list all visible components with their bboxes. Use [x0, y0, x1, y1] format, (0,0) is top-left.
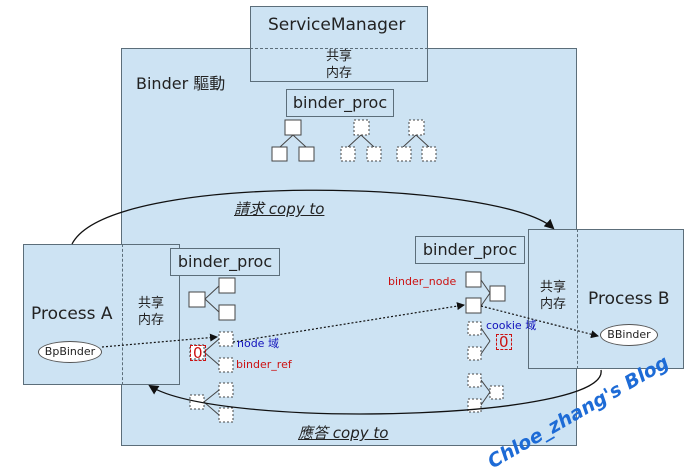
- top-tree-dashed-1: [340, 119, 382, 162]
- node-field-label: node 域: [237, 337, 279, 350]
- binder-node-label: binder_node: [388, 275, 457, 288]
- left-tree-bottom: [189, 382, 234, 423]
- left-tree-solid: [188, 277, 236, 321]
- reply-arc: [148, 369, 602, 415]
- request-caption: 請求 copy to: [234, 200, 325, 218]
- top-tree-solid: [271, 119, 315, 162]
- cookie-field-label: cookie 域: [486, 319, 537, 332]
- top-tree-dashed-2: [396, 119, 437, 162]
- binder-ref-label: binder_ref: [236, 358, 292, 371]
- reply-caption: 應答 copy to: [298, 424, 389, 442]
- zero-badge-b: 0: [496, 334, 512, 350]
- zero-badge-a: 0: [190, 345, 206, 361]
